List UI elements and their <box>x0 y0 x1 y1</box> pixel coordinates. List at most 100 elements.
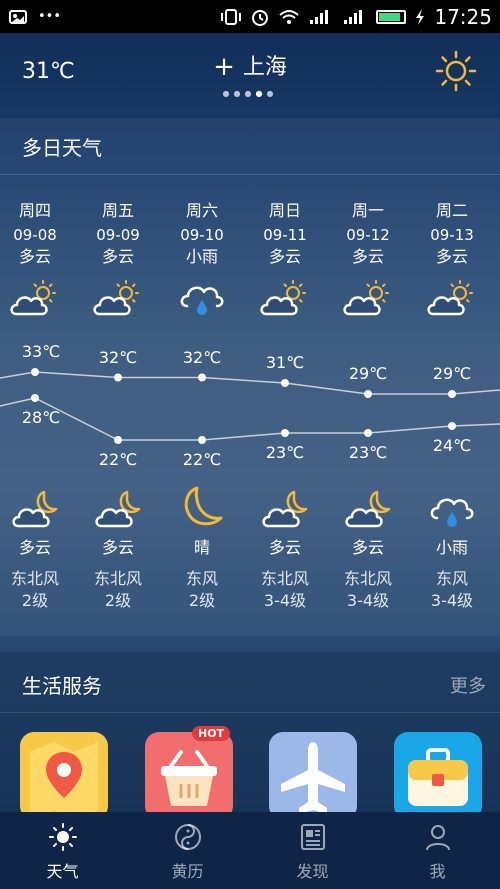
wind-direction: 东北风 <box>260 569 309 588</box>
forecast-day-column: 周六 09-10 小雨 <box>160 200 244 268</box>
life-services-title: 生活服务 <box>22 674 102 698</box>
low-temp-label: 22℃ <box>182 450 222 469</box>
sun-icon <box>48 823 77 851</box>
forecast-title: 多日天气 <box>22 136 102 160</box>
date: 09-09 <box>96 226 140 244</box>
high-temp-line-point <box>281 379 289 387</box>
night-condition: 小雨 <box>435 538 468 557</box>
wind-level: 3-4级 <box>263 591 307 610</box>
low-temp-line-point <box>364 429 372 437</box>
night-condition: 多云 <box>351 538 384 557</box>
nav-weather[interactable]: 天气 <box>0 812 125 889</box>
night-condition: 晴 <box>193 538 210 557</box>
wind-direction: 东北风 <box>343 569 392 588</box>
low-temp-label: 23℃ <box>265 443 305 462</box>
partly-cloudy-icon <box>343 280 389 316</box>
person-icon <box>425 825 450 851</box>
shop-app-tile[interactable] <box>145 732 233 820</box>
news-icon <box>300 824 325 850</box>
low-temp-line-point <box>31 394 39 402</box>
city-name[interactable]: 上海 <box>243 55 287 80</box>
more-link[interactable]: 更多 <box>450 672 486 698</box>
low-temp-label: 24℃ <box>432 436 472 455</box>
day-condition: 多云 <box>351 247 384 266</box>
signal-2-icon <box>344 9 363 24</box>
nav-label: 天气 <box>46 862 79 881</box>
day-condition: 多云 <box>18 247 51 266</box>
high-temp-label: 32℃ <box>182 347 222 367</box>
day-condition: 多云 <box>268 247 301 266</box>
more-icon: ••• <box>38 9 62 24</box>
low-temp-line-point <box>448 422 456 430</box>
battery-icon <box>376 9 407 24</box>
wind-direction: 东风 <box>185 569 218 588</box>
city-selector[interactable]: + 上海 <box>0 49 500 82</box>
day-condition: 多云 <box>101 247 134 266</box>
wind-level: 3-4级 <box>430 591 474 610</box>
page-dot: ● <box>233 89 245 98</box>
wind-level: 3-4级 <box>346 591 390 610</box>
weekday: 周六 <box>185 201 218 220</box>
signal-1-icon <box>310 9 329 24</box>
nav-almanac[interactable]: 黄历 <box>125 812 250 889</box>
partly-cloudy-icon <box>427 280 473 316</box>
divider <box>0 712 500 713</box>
forecast-day-column: 周日 09-11 多云 <box>243 200 327 268</box>
wind-level: 2级 <box>104 591 132 610</box>
night-icon-wrap <box>343 490 393 536</box>
forecast-day-column: 周二 09-13 多云 <box>410 200 494 268</box>
weekday: 周一 <box>351 201 384 220</box>
night-icon-wrap <box>10 490 60 536</box>
divider <box>0 174 500 175</box>
nav-label: 黄历 <box>171 862 204 881</box>
low-temp-line-point <box>198 436 206 444</box>
life-services: 生活服务 更多 HOT <box>0 652 500 822</box>
day-icon-wrap <box>10 278 60 318</box>
rain-icon <box>430 498 474 527</box>
high-temp-label: 31℃ <box>265 353 305 372</box>
high-temp-label: 33℃ <box>21 342 61 361</box>
partly-cloudy-icon <box>260 280 306 316</box>
bottom-navigation: 天气 黄历 发现 我 <box>0 812 500 889</box>
night-condition: 多云 <box>101 538 134 557</box>
shopping-basket-icon <box>161 750 217 806</box>
night-icon-wrap <box>260 490 310 536</box>
map-pin-icon <box>30 742 98 820</box>
status-time: 17:25 <box>434 4 492 29</box>
page-dot: ● <box>266 89 278 98</box>
cloudy-moon-icon <box>345 490 391 528</box>
airplane-icon <box>281 742 345 814</box>
weekday: 周四 <box>18 201 51 220</box>
nav-label: 我 <box>429 862 446 881</box>
day-condition: 多云 <box>435 247 468 266</box>
high-temp-line-point <box>198 373 206 382</box>
low-temp-label: 28℃ <box>21 408 61 427</box>
yin-yang-icon <box>174 824 201 850</box>
charging-icon <box>416 8 425 25</box>
forecast-day-column: 周一 09-12 多云 <box>326 200 410 268</box>
nav-me[interactable]: 我 <box>375 812 500 889</box>
page-dot: ● <box>222 89 234 98</box>
weekday: 周日 <box>268 201 301 220</box>
multi-day-forecast: 多日天气 周四 09-08 多云 周五 09-09 多云 周六 09-10 小雨 周日 09-11 多… <box>0 118 500 636</box>
add-city-icon[interactable]: + <box>213 52 235 82</box>
high-temp-label: 29℃ <box>432 364 472 383</box>
high-temp-line-point <box>448 390 456 398</box>
date: 09-08 <box>13 226 57 244</box>
low-temp-label: 22℃ <box>98 450 138 469</box>
date: 09-10 <box>180 226 224 244</box>
wifi-icon <box>279 9 300 24</box>
nav-discover[interactable]: 发现 <box>250 812 375 889</box>
night-icon-wrap <box>427 490 477 536</box>
weekday: 周二 <box>435 201 468 220</box>
day-icon-wrap <box>427 278 477 318</box>
sun-icon[interactable] <box>434 49 478 93</box>
rain-icon <box>180 286 224 315</box>
partly-cloudy-icon <box>10 280 56 316</box>
briefcase-icon <box>408 748 468 806</box>
night-icon-wrap <box>177 484 227 530</box>
flight-app-tile[interactable] <box>269 732 357 820</box>
travel-app-tile[interactable] <box>394 732 482 820</box>
low-temp-line-point <box>114 436 122 444</box>
map-app-tile[interactable] <box>20 732 108 820</box>
